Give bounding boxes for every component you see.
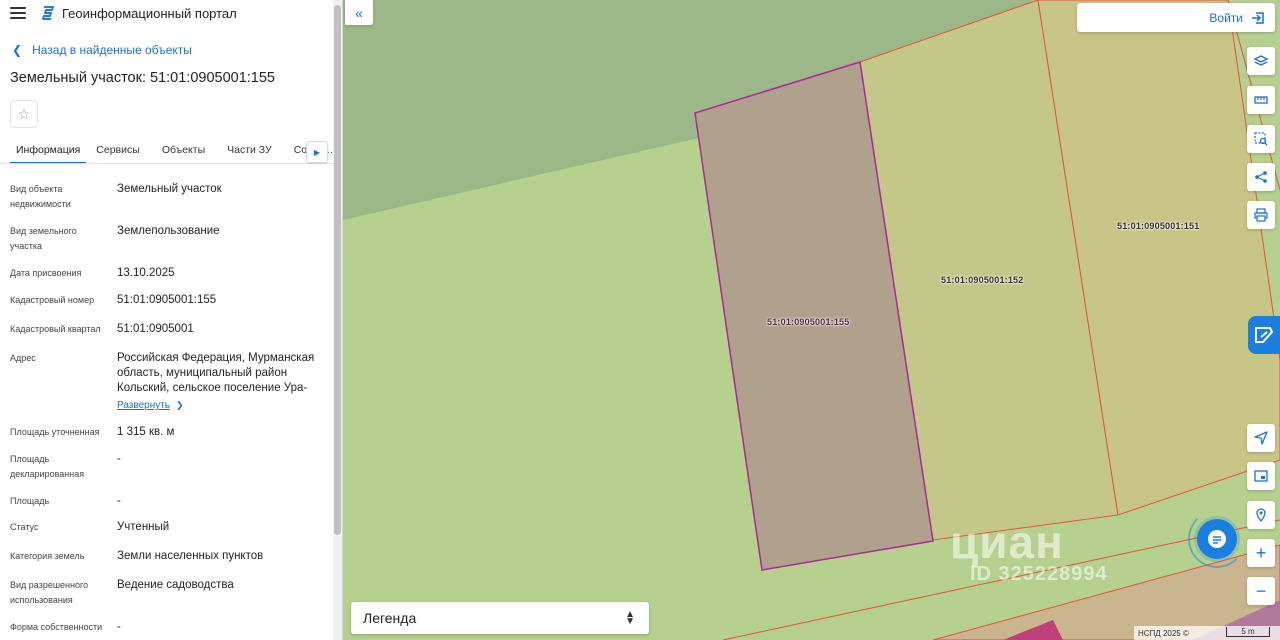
property-value: Ведение садоводства — [117, 579, 234, 591]
map-pin-icon — [1256, 508, 1266, 522]
property-value: - — [117, 453, 121, 465]
top-bar: Геоинформационный портал — [0, 0, 342, 26]
property-label: Вид объекта недвижимости — [10, 184, 71, 209]
watermark-brand: циан — [950, 516, 1064, 568]
print-button[interactable] — [1247, 201, 1275, 229]
chevron-down-icon: ❯ — [176, 400, 184, 410]
area-select-button[interactable] — [1247, 125, 1275, 153]
property-value: Российская Федерация, Мурманская область… — [117, 351, 327, 413]
legend-selector[interactable]: Легенда ▲ ▼ — [351, 602, 649, 634]
caret-right-icon: ▶ — [313, 147, 321, 157]
chevron-left-icon: ❮ — [12, 43, 23, 57]
cian-watermark: циан ID 325228994 — [950, 515, 1107, 585]
property-label: Статус — [10, 522, 39, 532]
property-value: - — [117, 495, 121, 507]
favorite-button[interactable]: ☆ — [10, 100, 38, 128]
share-icon — [1255, 171, 1267, 183]
navigation-arrow-icon — [1254, 431, 1268, 445]
property-value: 51:01:0905001:155 — [117, 294, 217, 306]
info-panel: Геоинформационный портал ❮ Назад в найде… — [0, 0, 343, 640]
property-label: Форма собственности — [10, 622, 103, 632]
zoom-out-button[interactable]: − — [1247, 577, 1275, 605]
property-value: Земельный участок — [117, 183, 222, 195]
property-value: - — [117, 621, 121, 633]
address-text: Российская Федерация, Мурманская область… — [117, 352, 315, 394]
app-title: Геоинформационный портал — [62, 5, 237, 21]
app-root: Геоинформационный портал ❮ Назад в найде… — [0, 0, 1280, 640]
parcel-label-155: 51:01:0905001:155 — [767, 317, 850, 327]
property-value: 13.10.2025 — [117, 267, 175, 279]
login-label: Войти — [1209, 10, 1243, 25]
portal-logo-icon — [42, 6, 54, 20]
watermark-id: ID 325228994 — [970, 563, 1108, 585]
ruler-icon — [1254, 96, 1268, 104]
ruler-button[interactable] — [1247, 86, 1275, 114]
chevron-updown-icon: ▲ ▼ — [625, 609, 635, 627]
cian-widget-button[interactable] — [1248, 316, 1280, 354]
area-select-icon — [1254, 132, 1268, 146]
login-icon — [1252, 11, 1264, 24]
tab-information[interactable]: Информация — [10, 138, 87, 163]
back-link-label: Назад в найденные объекты — [32, 43, 192, 57]
map-scale-bar: 5 m — [1226, 627, 1270, 637]
layers-icon — [1254, 55, 1268, 66]
collapse-panel-button[interactable]: « — [345, 0, 373, 25]
property-label: Категория земель — [10, 551, 85, 561]
property-value: Учтенный — [117, 521, 170, 533]
property-value: 1 315 кв. м — [117, 426, 175, 438]
tab-parts[interactable]: Части ЗУ — [227, 138, 272, 163]
scrollbar-thumb[interactable] — [334, 5, 341, 535]
legend-label: Легенда — [363, 610, 417, 626]
share-button[interactable] — [1247, 163, 1275, 191]
place-search-button[interactable] — [1247, 501, 1275, 529]
minus-icon: − — [1255, 581, 1267, 601]
property-value: 51:01:0905001 — [117, 323, 194, 335]
tab-objects[interactable]: Объекты — [162, 138, 205, 163]
property-label: Адрес — [10, 353, 36, 363]
map-canvas[interactable]: 51:01:0905001:155 51:01:0905001:152 51:0… — [343, 0, 1280, 640]
back-to-results-link[interactable]: ❮ Назад в найденные объекты — [12, 42, 342, 58]
chat-icon — [1208, 530, 1226, 548]
login-button[interactable]: Войти — [1077, 3, 1275, 32]
double-chevron-left-icon: « — [355, 4, 363, 21]
hamburger-menu-icon[interactable] — [10, 7, 26, 19]
property-label: Кадастровый номер — [10, 295, 95, 305]
expand-label: Развернуть — [117, 400, 171, 411]
tab-bar: Информация Сервисы Объекты Части ЗУ Сост… — [0, 138, 333, 164]
property-value: Земли населенных пунктов — [117, 550, 264, 562]
address-expand-link[interactable]: Развернуть ❯ — [117, 398, 327, 413]
print-icon — [1254, 208, 1268, 222]
property-label: Дата присвоения — [10, 268, 82, 278]
layers-button[interactable] — [1247, 47, 1275, 75]
object-title: Земельный участок: 51:01:0905001:155 — [10, 70, 275, 86]
parcel-label-152: 51:01:0905001:152 — [941, 275, 1024, 285]
star-icon: ☆ — [17, 105, 31, 122]
locate-button[interactable] — [1247, 424, 1275, 452]
property-label: Площадь — [10, 496, 50, 506]
panel-scrollbar[interactable] — [333, 0, 342, 640]
zoom-in-button[interactable]: + — [1247, 539, 1275, 567]
chat-button[interactable] — [1197, 519, 1237, 559]
property-label: Вид разрешенного использования — [10, 580, 89, 605]
property-label: Площадь уточненная — [10, 427, 100, 437]
parcel-label-151: 51:01:0905001:151 — [1117, 221, 1200, 231]
minimap-button[interactable] — [1247, 462, 1275, 490]
tab-services[interactable]: Сервисы — [96, 138, 140, 163]
property-label: Кадастровый квартал — [10, 324, 101, 334]
tabs-scroll-right-button[interactable]: ▶ — [306, 141, 328, 163]
plus-icon: + — [1255, 543, 1267, 563]
property-label: Вид земельного участка — [10, 226, 77, 251]
property-label: Площадь декларированная — [10, 454, 85, 479]
property-value: Землепользование — [117, 225, 220, 237]
minimap-icon — [1254, 470, 1268, 482]
cian-logo-icon — [1255, 327, 1274, 343]
